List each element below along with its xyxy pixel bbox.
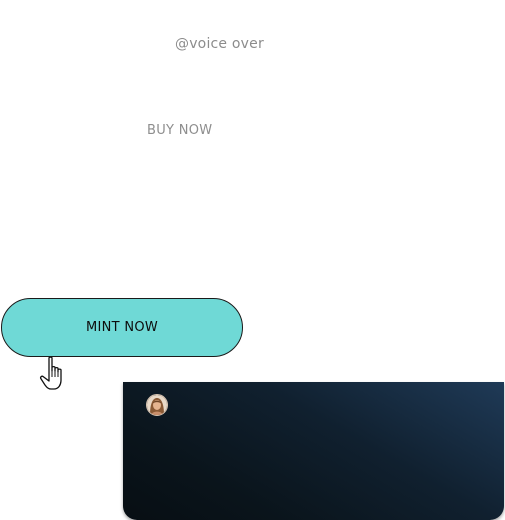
voice-over-handle: @voice over <box>175 36 264 52</box>
mint-now-button-label: MINT NOW <box>85 320 159 335</box>
profile-avatar[interactable] <box>146 394 168 416</box>
media-card <box>123 382 504 520</box>
buy-now-link[interactable]: BUY NOW <box>147 123 212 138</box>
mint-now-button[interactable]: MINT NOW <box>1 298 243 357</box>
pointer-hand-icon <box>39 356 62 390</box>
